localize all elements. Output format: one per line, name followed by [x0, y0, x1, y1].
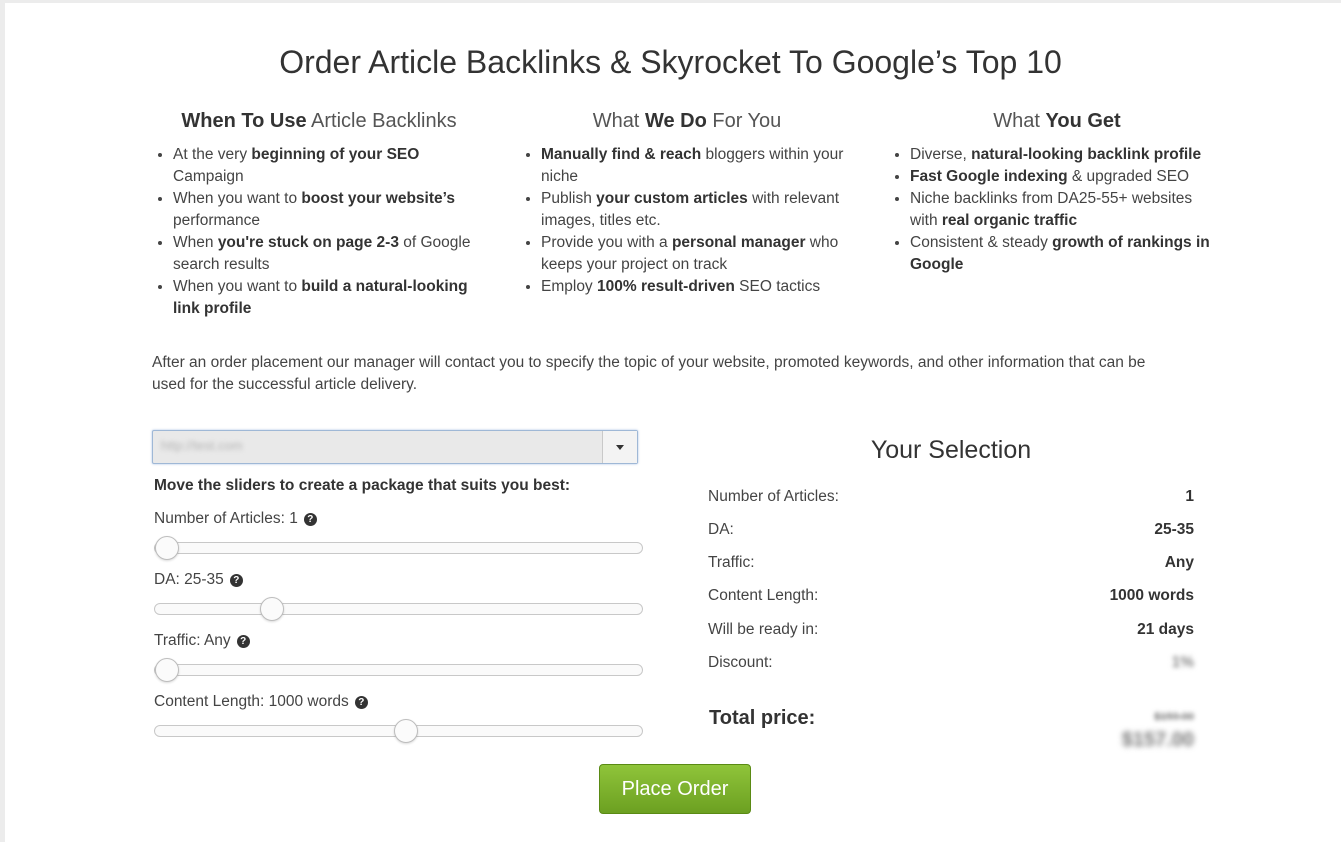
result-list: Diverse, natural-looking backlink profil… — [891, 144, 1223, 276]
list-item: Provide you with a personal manager who … — [541, 232, 852, 276]
slider-label-text: DA: 25-35 — [154, 571, 224, 588]
selection-key: Content Length: — [708, 587, 819, 604]
selection-key: Number of Articles: — [708, 488, 839, 505]
selection-value: 1000 words — [1109, 587, 1194, 604]
slider-handle[interactable] — [393, 719, 418, 743]
content-length-slider[interactable] — [154, 719, 643, 743]
discount-value: 1% — [1171, 654, 1194, 671]
list-item: Niche backlinks from DA25-55+ websites w… — [910, 188, 1223, 232]
help-icon[interactable]: ? — [303, 512, 317, 526]
selection-row: Number of Articles: 1 — [708, 488, 1194, 510]
traffic-slider-label: Traffic: Any ? — [154, 632, 250, 650]
service-list: Manually find & reach bloggers within yo… — [522, 144, 852, 298]
selection-value: 21 days — [1137, 621, 1194, 638]
selection-key: DA: — [708, 521, 734, 538]
website-select[interactable]: http://test.com — [152, 430, 638, 464]
content-length-slider-label: Content Length: 1000 words ? — [154, 693, 368, 711]
sliders-heading: Move the sliders to create a package tha… — [154, 477, 571, 494]
selection-key: Will be ready in: — [708, 621, 819, 638]
order-note: After an order placement our manager wil… — [152, 354, 1146, 393]
traffic-slider[interactable] — [154, 658, 643, 682]
list-item: When you want to boost your website’s pe… — [173, 188, 484, 232]
list-item: At the very beginning of your SEO Campai… — [173, 144, 484, 188]
slider-label-text: Number of Articles: 1 — [154, 510, 298, 527]
selection-key: Discount: — [708, 654, 773, 671]
column-heading: What You Get — [993, 110, 1121, 132]
da-slider-label: DA: 25-35 ? — [154, 571, 243, 589]
selection-row: Content Length: 1000 words — [708, 587, 1194, 609]
selection-row: Discount: 1% — [708, 654, 1194, 676]
list-item: Consistent & steady growth of rankings i… — [910, 232, 1223, 276]
total-price-value: $157.00 — [1121, 729, 1194, 751]
slider-handle[interactable] — [155, 536, 179, 560]
list-item: Manually find & reach bloggers within yo… — [541, 144, 852, 188]
slider-handle[interactable] — [155, 658, 179, 682]
help-icon[interactable]: ? — [354, 695, 368, 709]
selection-row: DA: 25-35 — [708, 521, 1194, 543]
selection-key: Traffic: — [708, 554, 755, 571]
list-item: Diverse, natural-looking backlink profil… — [910, 144, 1223, 166]
website-select-value: http://test.com — [161, 438, 243, 453]
list-item: When you're stuck on page 2-3 of Google … — [173, 232, 484, 276]
what-you-get-column: What You Get Diverse, natural-looking ba… — [891, 108, 1223, 276]
place-order-button[interactable]: Place Order — [599, 764, 751, 814]
selection-value: Any — [1164, 554, 1194, 571]
page-frame-top — [0, 0, 1341, 3]
column-heading: When To Use Article Backlinks — [181, 110, 457, 132]
articles-slider-label: Number of Articles: 1 ? — [154, 510, 317, 528]
column-heading: What We Do For You — [592, 110, 782, 132]
old-price: $159.00 — [1154, 711, 1194, 723]
selection-title: Your Selection — [870, 436, 1032, 464]
help-icon[interactable]: ? — [229, 573, 243, 587]
what-we-do-column: What We Do For You Manually find & reach… — [522, 108, 852, 298]
selection-row: Traffic: Any — [708, 554, 1194, 576]
help-icon[interactable]: ? — [236, 634, 250, 648]
selection-value: 25-35 — [1154, 521, 1194, 538]
list-item: Publish your custom articles with releva… — [541, 188, 852, 232]
selection-value: 1 — [1185, 488, 1194, 505]
slider-handle[interactable] — [259, 597, 284, 621]
articles-slider[interactable] — [154, 536, 643, 560]
page-title: Order Article Backlinks & Skyrocket To G… — [279, 44, 1062, 80]
list-item: Employ 100% result-driven SEO tactics — [541, 276, 852, 298]
slider-label-text: Traffic: Any — [154, 632, 231, 649]
slider-label-text: Content Length: 1000 words — [154, 693, 349, 710]
list-item: When you want to build a natural-looking… — [173, 276, 484, 320]
benefit-list: At the very beginning of your SEO Campai… — [154, 144, 484, 320]
da-slider[interactable] — [154, 597, 643, 621]
total-price-label: Total price: — [709, 707, 816, 729]
list-item: Fast Google indexing & upgraded SEO — [910, 166, 1223, 188]
when-to-use-column: When To Use Article Backlinks At the ver… — [154, 108, 484, 320]
page-frame-left — [0, 0, 5, 842]
chevron-down-icon[interactable] — [602, 431, 637, 463]
selection-row: Will be ready in: 21 days — [708, 621, 1194, 643]
